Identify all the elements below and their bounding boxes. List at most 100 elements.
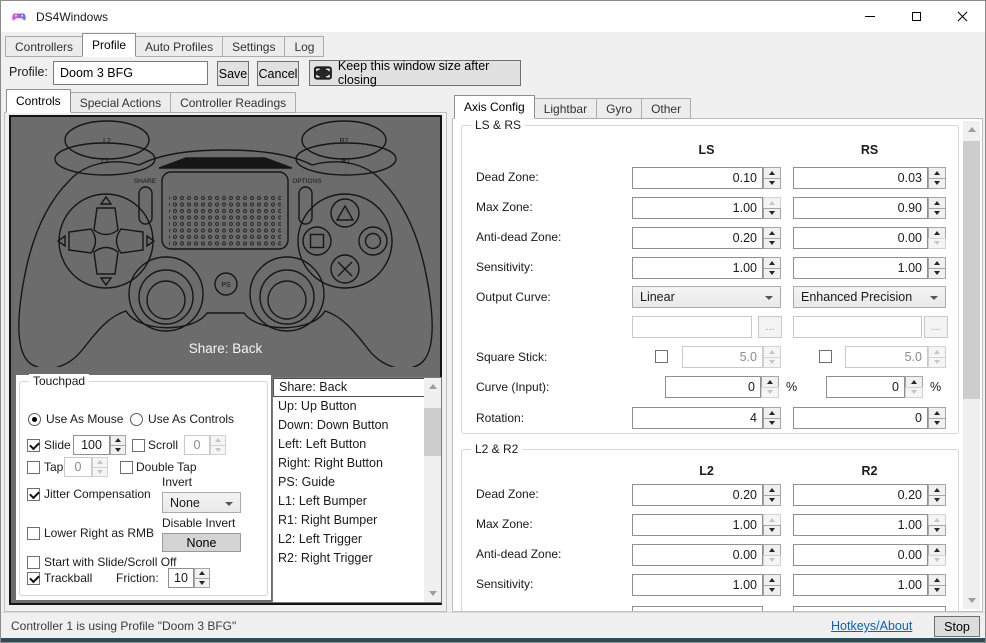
scroll-up-arrow[interactable] <box>963 121 980 138</box>
spin-down-button[interactable] <box>761 387 779 399</box>
friction-value-field[interactable]: 10 <box>168 568 194 588</box>
list-item[interactable]: Up: Up Button <box>273 397 441 416</box>
spin-down-button[interactable] <box>763 555 781 567</box>
ls-sensitivity-spinner[interactable] <box>763 257 781 279</box>
tab-log[interactable]: Log <box>284 36 324 57</box>
use-as-controls-label[interactable]: Use As Controls <box>148 412 234 426</box>
use-as-mouse-radio[interactable] <box>28 413 41 426</box>
cancel-button[interactable]: Cancel <box>257 61 299 86</box>
jitter-compensation-checkbox[interactable] <box>27 488 40 501</box>
r2-dead-zone-field[interactable]: 0.20 <box>793 484 928 506</box>
spin-down-button[interactable] <box>763 178 781 190</box>
tab-lightbar[interactable]: Lightbar <box>534 98 597 119</box>
circle-button[interactable] <box>359 227 387 255</box>
trackball-label[interactable]: Trackball <box>44 571 92 585</box>
r2-max-zone-spinner[interactable] <box>928 514 946 536</box>
tab-axis-config[interactable]: Axis Config <box>454 95 535 119</box>
spin-down-button[interactable] <box>928 585 946 597</box>
right-stick[interactable] <box>250 257 324 331</box>
double-tap-checkbox[interactable] <box>120 461 133 474</box>
spin-down-button[interactable] <box>928 555 946 567</box>
rs-sensitivity-field[interactable]: 1.00 <box>793 257 928 279</box>
start-slide-scroll-off-label[interactable]: Start with Slide/Scroll Off <box>44 555 177 569</box>
rs-sensitivity-spinner[interactable] <box>928 257 946 279</box>
dpad-right[interactable] <box>117 229 144 253</box>
slide-label[interactable]: Slide <box>44 438 71 452</box>
rs-dead-zone-spinner[interactable] <box>928 167 946 189</box>
ls-curve-input-spinner[interactable] <box>761 376 779 398</box>
rs-curve-input-field[interactable]: 0 <box>826 376 905 398</box>
l2-anti-dead-zone-spinner[interactable] <box>763 544 781 566</box>
rs-anti-dead-zone-spinner[interactable] <box>928 227 946 249</box>
scrollbar-thumb[interactable] <box>424 408 441 456</box>
share-button[interactable] <box>139 187 152 224</box>
ls-square-stick-checkbox[interactable] <box>655 350 668 363</box>
list-scrollbar[interactable] <box>424 378 441 602</box>
scroll-label[interactable]: Scroll <box>148 438 178 452</box>
rs-output-curve-dropdown[interactable]: Enhanced Precision <box>793 286 946 308</box>
spin-down-button[interactable] <box>928 268 946 280</box>
tap-checkbox[interactable] <box>27 461 40 474</box>
spin-down-button[interactable] <box>928 178 946 190</box>
rs-max-zone-spinner[interactable] <box>928 197 946 219</box>
spin-down-button[interactable] <box>928 418 946 430</box>
r2-sensitivity-spinner[interactable] <box>928 574 946 596</box>
left-stick[interactable] <box>129 257 203 331</box>
tab-controller-readings[interactable]: Controller Readings <box>170 92 296 113</box>
rs-dead-zone-field[interactable]: 0.03 <box>793 167 928 189</box>
dpad-left[interactable] <box>69 229 96 253</box>
start-slide-scroll-off-checkbox[interactable] <box>27 556 40 569</box>
dpad-up[interactable] <box>94 208 118 235</box>
save-button[interactable]: Save <box>217 61 249 86</box>
axis-config-scrollbar[interactable] <box>963 121 980 609</box>
scroll-down-arrow[interactable] <box>424 585 441 602</box>
r2-sensitivity-field[interactable]: 1.00 <box>793 574 928 596</box>
options-button[interactable] <box>299 187 312 224</box>
close-button[interactable] <box>939 1 985 32</box>
tab-profile[interactable]: Profile <box>82 33 136 57</box>
spin-down-button[interactable] <box>763 268 781 280</box>
list-item[interactable]: Left: Left Button <box>273 435 441 454</box>
l2-dead-zone-field[interactable]: 0.20 <box>632 484 763 506</box>
ls-sensitivity-field[interactable]: 1.00 <box>632 257 763 279</box>
ls-dead-zone-field[interactable]: 0.10 <box>632 167 763 189</box>
spin-down-button[interactable] <box>763 208 781 220</box>
l2-anti-dead-zone-field[interactable]: 0.00 <box>632 544 763 566</box>
spin-down-button[interactable] <box>110 445 126 456</box>
ls-rotation-spinner[interactable] <box>763 407 781 429</box>
use-as-mouse-label[interactable]: Use As Mouse <box>46 412 123 426</box>
list-item[interactable]: R1: Right Bumper <box>273 511 441 530</box>
square-button[interactable] <box>303 227 331 255</box>
profile-name-input[interactable] <box>53 61 208 85</box>
ls-curve-input-field[interactable]: 0 <box>665 376 761 398</box>
spin-down-button[interactable] <box>763 238 781 250</box>
l2-sensitivity-field[interactable]: 1.00 <box>632 574 763 596</box>
friction-spinner[interactable] <box>194 568 210 588</box>
r2-anti-dead-zone-field[interactable]: 0.00 <box>793 544 928 566</box>
minimize-button[interactable] <box>847 1 893 32</box>
list-item[interactable]: PS: Guide <box>273 473 441 492</box>
jitter-compensation-label[interactable]: Jitter Compensation <box>44 487 151 501</box>
lower-right-rmb-checkbox[interactable] <box>27 527 40 540</box>
tab-controls[interactable]: Controls <box>6 89 71 113</box>
tab-settings[interactable]: Settings <box>222 36 285 57</box>
slide-checkbox[interactable] <box>27 439 40 452</box>
spin-down-button[interactable] <box>763 585 781 597</box>
spin-down-button[interactable] <box>928 238 946 250</box>
spin-down-button[interactable] <box>928 495 946 507</box>
spin-down-button[interactable] <box>928 208 946 220</box>
lower-right-rmb-label[interactable]: Lower Right as RMB <box>44 526 154 540</box>
ls-max-zone-spinner[interactable] <box>763 197 781 219</box>
l2-max-zone-spinner[interactable] <box>763 514 781 536</box>
spin-down-button[interactable] <box>763 495 781 507</box>
scroll-up-arrow[interactable] <box>424 378 441 395</box>
ls-output-curve-dropdown[interactable]: Linear <box>632 286 781 308</box>
spin-down-button[interactable] <box>763 418 781 430</box>
invert-dropdown[interactable]: None <box>162 492 241 513</box>
tab-auto-profiles[interactable]: Auto Profiles <box>135 36 223 57</box>
ls-anti-dead-zone-spinner[interactable] <box>763 227 781 249</box>
r2-max-zone-field[interactable]: 1.00 <box>793 514 928 536</box>
rs-curve-input-spinner[interactable] <box>905 376 923 398</box>
list-item[interactable]: L1: Left Bumper <box>273 492 441 511</box>
spin-down-button[interactable] <box>763 525 781 537</box>
